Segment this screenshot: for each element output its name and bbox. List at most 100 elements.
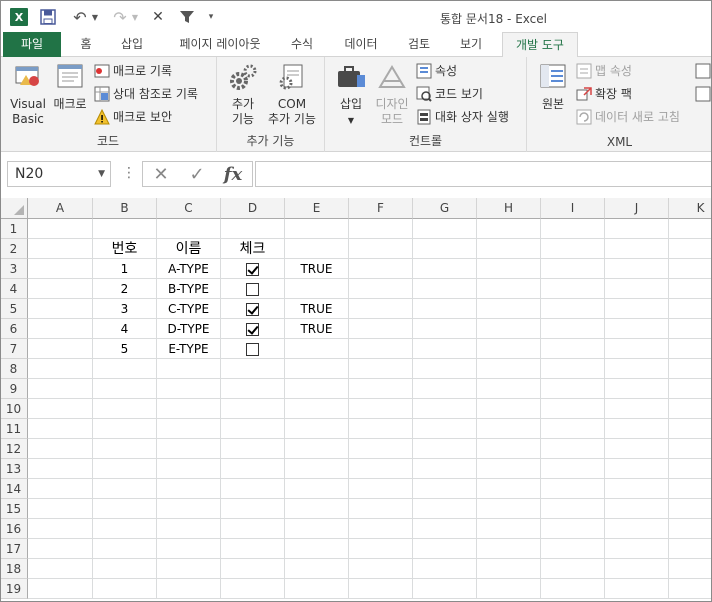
cell-j6[interactable] — [605, 319, 669, 339]
column-header-b[interactable]: B — [93, 198, 157, 219]
row-header-4[interactable]: 4 — [0, 279, 28, 299]
cell-a1[interactable] — [28, 219, 93, 239]
cell-f12[interactable] — [349, 439, 413, 459]
cell-i3[interactable] — [541, 259, 605, 279]
cell-a15[interactable] — [28, 499, 93, 519]
cell-b14[interactable] — [93, 479, 157, 499]
cell-c19[interactable] — [157, 579, 221, 599]
cell-h15[interactable] — [477, 499, 541, 519]
cell-i19[interactable] — [541, 579, 605, 599]
cell-e19[interactable] — [285, 579, 349, 599]
cell-e11[interactable] — [285, 419, 349, 439]
cell-c11[interactable] — [157, 419, 221, 439]
cell-a10[interactable] — [28, 399, 93, 419]
cell-e17[interactable] — [285, 539, 349, 559]
cell-c13[interactable] — [157, 459, 221, 479]
cell-a17[interactable] — [28, 539, 93, 559]
enter-icon[interactable]: ✓ — [181, 162, 213, 186]
addins-button[interactable]: 추가 기능 — [223, 61, 263, 127]
cell-f1[interactable] — [349, 219, 413, 239]
tab-insert[interactable]: 삽입 — [113, 32, 151, 57]
cell-g5[interactable] — [413, 299, 477, 319]
cell-j13[interactable] — [605, 459, 669, 479]
cell-g8[interactable] — [413, 359, 477, 379]
cell-h2[interactable] — [477, 239, 541, 259]
cell-g14[interactable] — [413, 479, 477, 499]
cell-h18[interactable] — [477, 559, 541, 579]
cell-e6[interactable]: TRUE — [285, 319, 349, 339]
cell-k1[interactable] — [669, 219, 712, 239]
cell-h10[interactable] — [477, 399, 541, 419]
row-header-9[interactable]: 9 — [0, 379, 28, 399]
cell-i9[interactable] — [541, 379, 605, 399]
cell-b10[interactable] — [93, 399, 157, 419]
cell-b9[interactable] — [93, 379, 157, 399]
cell-b19[interactable] — [93, 579, 157, 599]
cell-c6[interactable]: D-TYPE — [157, 319, 221, 339]
cell-g17[interactable] — [413, 539, 477, 559]
cell-g9[interactable] — [413, 379, 477, 399]
tab-review[interactable]: 검토 — [400, 32, 438, 57]
cell-f15[interactable] — [349, 499, 413, 519]
cell-a6[interactable] — [28, 319, 93, 339]
cell-d18[interactable] — [221, 559, 285, 579]
cell-a14[interactable] — [28, 479, 93, 499]
cell-b8[interactable] — [93, 359, 157, 379]
cell-d13[interactable] — [221, 459, 285, 479]
run-dialog-button[interactable]: 대화 상자 실행 — [416, 107, 509, 127]
cell-k19[interactable] — [669, 579, 712, 599]
formula-input[interactable] — [255, 161, 712, 187]
cell-i16[interactable] — [541, 519, 605, 539]
row-header-12[interactable]: 12 — [0, 439, 28, 459]
expansion-packs-button[interactable]: 확장 팩 — [576, 84, 632, 104]
cell-j5[interactable] — [605, 299, 669, 319]
cell-i6[interactable] — [541, 319, 605, 339]
cell-b13[interactable] — [93, 459, 157, 479]
cell-h6[interactable] — [477, 319, 541, 339]
cell-i15[interactable] — [541, 499, 605, 519]
cell-i11[interactable] — [541, 419, 605, 439]
cell-a4[interactable] — [28, 279, 93, 299]
cell-k18[interactable] — [669, 559, 712, 579]
cell-e18[interactable] — [285, 559, 349, 579]
cell-f10[interactable] — [349, 399, 413, 419]
cell-j14[interactable] — [605, 479, 669, 499]
select-all-button[interactable] — [0, 198, 28, 219]
checkbox-control[interactable] — [246, 343, 259, 356]
cell-k11[interactable] — [669, 419, 712, 439]
row-header-10[interactable]: 10 — [0, 399, 28, 419]
cell-j9[interactable] — [605, 379, 669, 399]
cell-c8[interactable] — [157, 359, 221, 379]
row-header-5[interactable]: 5 — [0, 299, 28, 319]
cell-j2[interactable] — [605, 239, 669, 259]
cell-k15[interactable] — [669, 499, 712, 519]
relative-reference-button[interactable]: 상대 참조로 기록 — [94, 84, 198, 104]
tab-view[interactable]: 보기 — [452, 32, 490, 57]
cell-a16[interactable] — [28, 519, 93, 539]
cell-c12[interactable] — [157, 439, 221, 459]
cell-h14[interactable] — [477, 479, 541, 499]
cell-k2[interactable] — [669, 239, 712, 259]
cell-h5[interactable] — [477, 299, 541, 319]
cell-j3[interactable] — [605, 259, 669, 279]
cell-d16[interactable] — [221, 519, 285, 539]
checkbox-control[interactable] — [246, 263, 259, 276]
cell-c5[interactable]: C-TYPE — [157, 299, 221, 319]
cell-h13[interactable] — [477, 459, 541, 479]
cell-e9[interactable] — [285, 379, 349, 399]
insert-function-icon[interactable]: fx — [217, 162, 249, 186]
row-header-19[interactable]: 19 — [0, 579, 28, 599]
cell-a11[interactable] — [28, 419, 93, 439]
checkbox-control[interactable] — [246, 283, 259, 296]
cell-e8[interactable] — [285, 359, 349, 379]
record-macro-button[interactable]: 매크로 기록 — [94, 61, 172, 81]
view-code-button[interactable]: 코드 보기 — [416, 84, 483, 104]
cell-d15[interactable] — [221, 499, 285, 519]
cell-i12[interactable] — [541, 439, 605, 459]
cell-k6[interactable] — [669, 319, 712, 339]
more-options-icon[interactable]: ⋮ — [122, 165, 136, 181]
row-header-3[interactable]: 3 — [0, 259, 28, 279]
column-header-e[interactable]: E — [285, 198, 349, 219]
column-header-a[interactable]: A — [28, 198, 93, 219]
column-header-k[interactable]: K — [669, 198, 712, 219]
